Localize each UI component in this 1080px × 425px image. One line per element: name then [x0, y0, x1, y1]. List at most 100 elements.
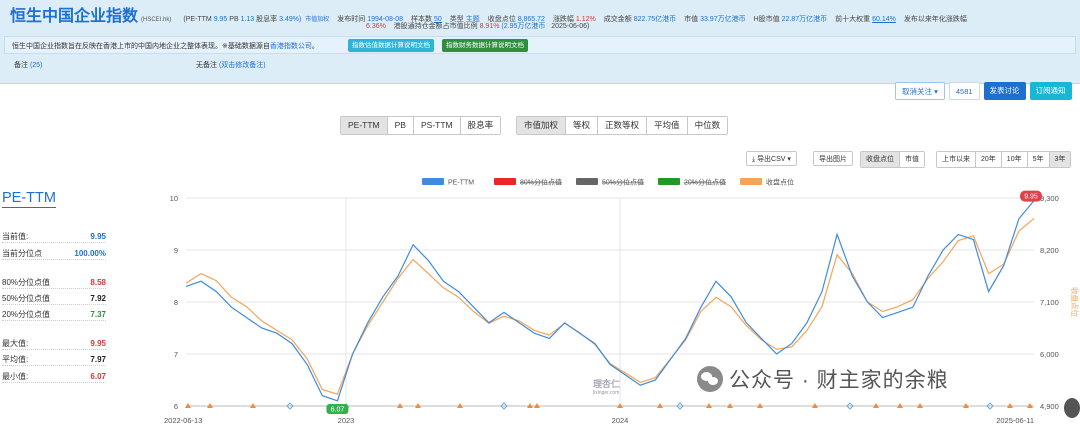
- connect-date: 2025-06-06): [551, 23, 590, 30]
- wechat-icon: [697, 366, 723, 392]
- stat-label: 平均值:: [2, 355, 29, 364]
- top10-label: 前十大权重: [835, 16, 871, 23]
- unfollow-button[interactable]: 取消关注 ▾: [895, 82, 945, 100]
- valuation-doc-button[interactable]: 指数估值数据计算说明文档: [348, 39, 434, 52]
- legend-swatch: [422, 178, 444, 185]
- post-discussion-button[interactable]: 发表讨论: [983, 82, 1026, 100]
- stat-label: 20%分位点值: [2, 310, 51, 319]
- note-row: 备注 (25): [14, 60, 42, 70]
- note-count-link[interactable]: (25): [30, 62, 42, 69]
- stat-row: 80%分位点值 8.58: [2, 277, 106, 289]
- tab-median[interactable]: 中位数: [687, 117, 728, 134]
- weighting-link[interactable]: 市值加权: [305, 17, 329, 23]
- x-tick-label: 2024: [612, 416, 629, 425]
- pe-label: (PE-TTM: [183, 16, 212, 23]
- ytd-value: 6.36%: [366, 23, 386, 30]
- range-since-listing[interactable]: 上市以来: [937, 152, 976, 167]
- wechat-watermark: 公众号 · 财主家的余粮: [697, 364, 949, 394]
- y-right-tick-label: 9,300: [1040, 194, 1059, 203]
- legend-swatch: [576, 178, 598, 185]
- range-5y[interactable]: 5年: [1027, 152, 1050, 167]
- tab-equal-weight[interactable]: 等权: [566, 117, 599, 134]
- stat-value: 9.95: [90, 232, 106, 241]
- y-right-axis-label: 收盘点位: [1070, 287, 1080, 317]
- stat-label: 当前分位点: [2, 249, 42, 258]
- x-tick-label: 2023: [338, 416, 355, 425]
- release-label: 发布时间: [337, 16, 366, 23]
- connect-row: 6.36% 港股通持仓金额占市值比例 8.91% (2.95万亿港币 2025-…: [366, 21, 589, 31]
- remark-row: 无备注 (双击修改备注): [196, 60, 266, 70]
- tab-average[interactable]: 平均值: [647, 117, 688, 134]
- hsi-company-link[interactable]: 香港指数公司: [270, 43, 312, 50]
- y-right-tick-label: 7,100: [1040, 298, 1059, 307]
- legend-swatch: [658, 178, 680, 185]
- index-description: 恒生中国企业指数旨在反映在香港上市的中国内地企业之整体表现。※基础数据源自香港指…: [12, 41, 319, 51]
- y-tick-label: 7: [174, 350, 178, 359]
- metric-tabs: PE-TTM PB PS-TTM 股息率: [340, 116, 502, 135]
- top10-link[interactable]: 60.14%: [872, 16, 896, 23]
- overlay-market-cap[interactable]: 市值: [900, 152, 924, 167]
- hshare-value: 22.87万亿港币: [781, 16, 828, 23]
- x-tick-label: 2022-06-13: [164, 416, 202, 425]
- stat-value: 100.00%: [74, 249, 106, 258]
- div-label: 股息率: [256, 16, 278, 23]
- caret-down-icon: ▾: [787, 156, 791, 163]
- turnover: 成交金额 822.75亿港币: [604, 14, 676, 24]
- stat-value: 9.95: [90, 339, 106, 348]
- description-text: 恒生中国企业指数旨在反映在香港上市的中国内地企业之整体表现。※基础数据源自: [12, 43, 270, 50]
- stat-row: 50%分位点值 7.92: [2, 293, 106, 305]
- follower-count: 4581: [948, 82, 980, 100]
- turnover-value: 822.75亿港币: [633, 16, 677, 23]
- y-tick-label: 9: [174, 246, 178, 255]
- stat-row: 平均值: 7.97: [2, 354, 106, 366]
- stat-row: 最小值: 6.07: [2, 371, 106, 383]
- legend-label: 80%分位点值: [520, 178, 562, 187]
- follow-bar: 取消关注 ▾ 4581 发表讨论 订阅通知: [895, 82, 1072, 102]
- div-value: 3.49%): [279, 16, 302, 23]
- min-badge-label: 6.07: [331, 407, 345, 414]
- stat-value: 7.92: [90, 294, 106, 303]
- y-right-tick-label: 6,000: [1040, 350, 1059, 359]
- weighting-tabs: 市值加权 等权 正数等权 平均值 中位数: [516, 116, 729, 135]
- index-name: 恒生中国企业指数: [10, 8, 139, 25]
- tab-dividend-yield[interactable]: 股息率: [460, 117, 501, 134]
- y-tick-label: 6: [174, 402, 178, 411]
- edit-remark-link[interactable]: (双击修改备注): [219, 62, 266, 69]
- stat-label: 最大值:: [2, 339, 29, 348]
- metric-title: PE-TTM: [2, 190, 56, 208]
- y-tick-label: 8: [174, 298, 178, 307]
- note-label: 备注: [14, 62, 28, 69]
- top10-weight: 前十大权重 60.14%: [835, 14, 896, 24]
- tab-cap-weighted[interactable]: 市值加权: [517, 117, 567, 134]
- connect-value: 8.91%: [479, 23, 500, 30]
- tab-ps-ttm[interactable]: PS-TTM: [413, 117, 461, 134]
- stat-row: 最大值: 9.95: [2, 338, 106, 350]
- tab-pe-ttm[interactable]: PE-TTM: [341, 117, 388, 134]
- range-3y[interactable]: 3年: [1049, 152, 1071, 167]
- mktcap-value: 33.97万亿港币: [700, 16, 746, 23]
- legend-swatch: [740, 178, 762, 185]
- connect-label: 港股通持仓金额占市值比例: [393, 23, 478, 30]
- help-bubble[interactable]: [1064, 398, 1080, 418]
- description-end: 。: [311, 43, 319, 50]
- export-image-button[interactable]: 导出图片: [813, 151, 853, 166]
- stat-value: 7.97: [90, 355, 106, 364]
- export-csv-button[interactable]: ⤓ 导出CSV ▾: [746, 151, 797, 166]
- range-10y[interactable]: 10年: [1001, 152, 1028, 167]
- stat-value: 6.07: [90, 372, 106, 381]
- overlay-close-point[interactable]: 收盘点位: [861, 152, 900, 167]
- connect-amount: (2.95万亿港币: [501, 23, 546, 30]
- y-right-tick-label: 4,900: [1040, 402, 1059, 411]
- tab-positive-equal-weight[interactable]: 正数等权: [598, 117, 648, 134]
- x-tick-label: 2025-06-11: [996, 416, 1034, 425]
- range-20y[interactable]: 20年: [976, 152, 1002, 167]
- subscribe-button[interactable]: 订阅通知: [1029, 82, 1072, 100]
- y-right-tick-label: 8,200: [1040, 246, 1059, 255]
- download-icon: ⤓: [752, 156, 756, 163]
- financial-doc-button[interactable]: 指数财务数据计算说明文档: [442, 39, 528, 52]
- tab-pb[interactable]: PB: [387, 117, 414, 134]
- legend-label: 收盘点位: [766, 178, 794, 187]
- hshare-label: H股市值: [753, 16, 780, 23]
- turnover-label: 成交金额: [603, 16, 632, 23]
- market-cap: 市值 33.97万亿港币: [684, 14, 745, 24]
